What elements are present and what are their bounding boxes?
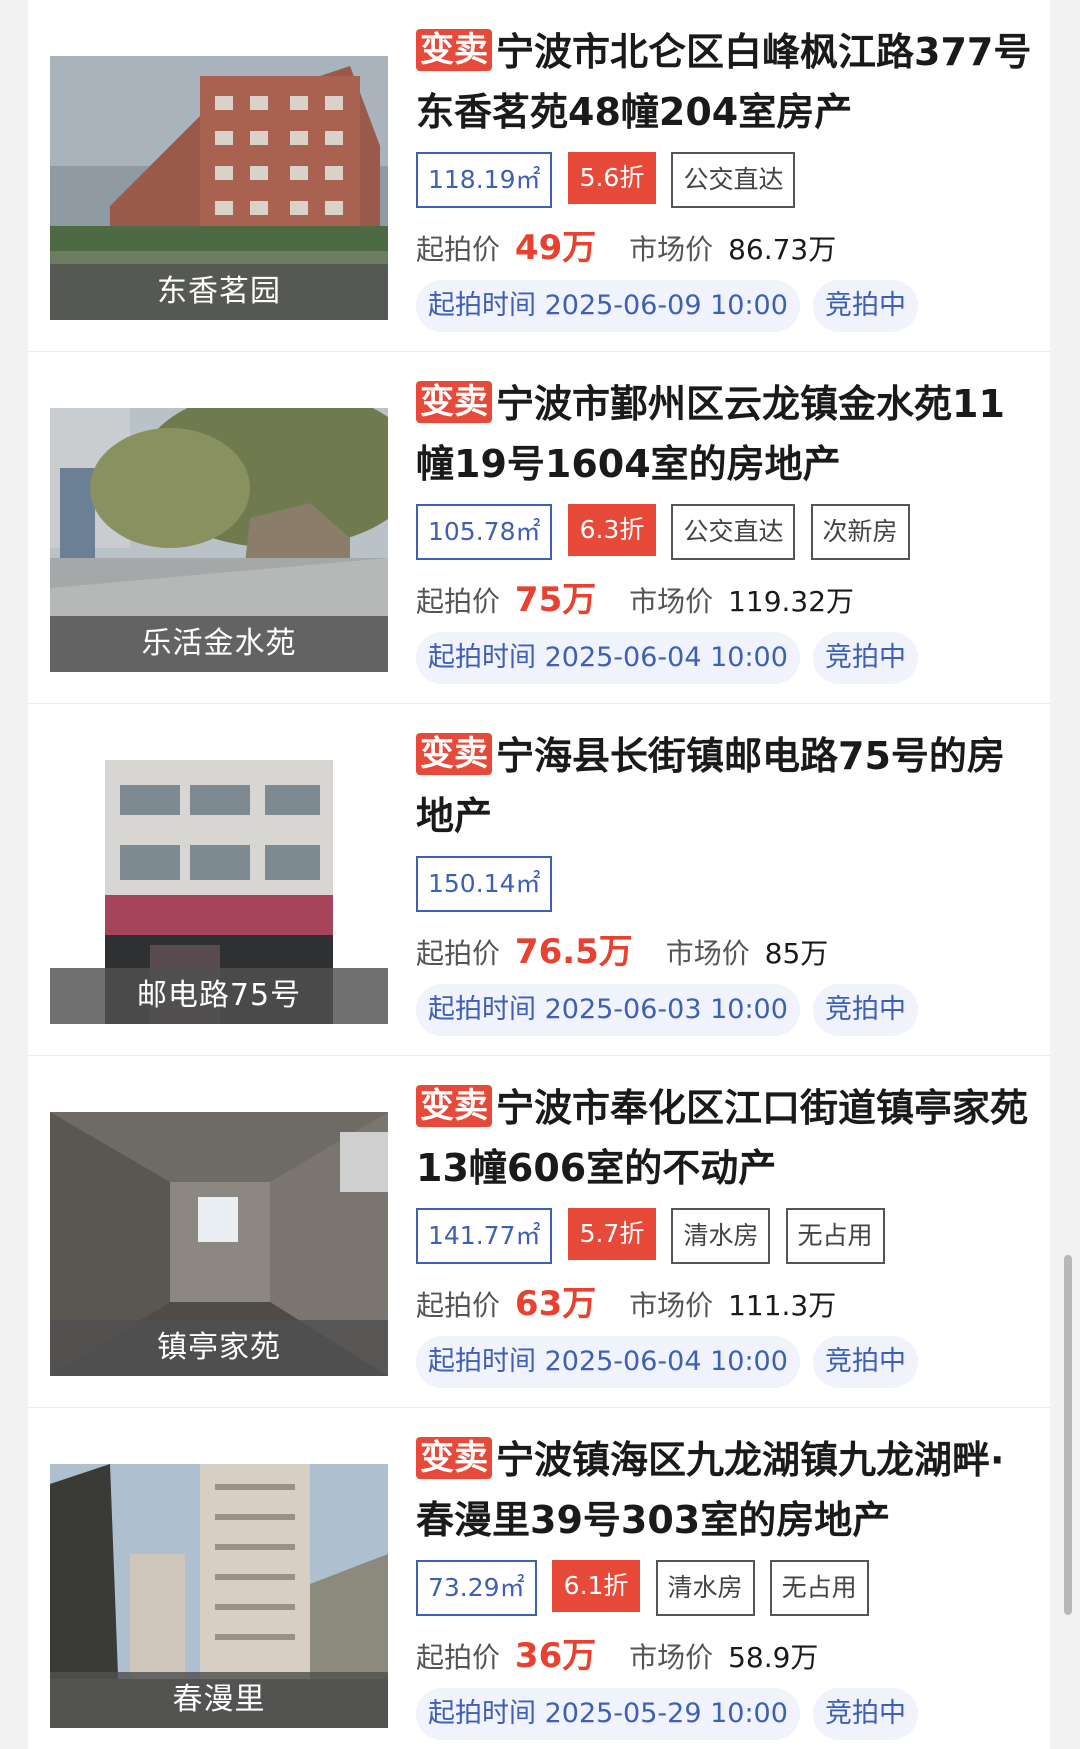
tag-row: 150.14㎡ bbox=[416, 856, 1036, 914]
discount-tag: 6.1折 bbox=[551, 1560, 641, 1612]
feature-tag: 清水房 bbox=[655, 1560, 755, 1616]
price-line: 起拍价 75万 市场价 119.32万 bbox=[416, 576, 1036, 624]
listing-info: 变卖 宁波市北仑区白峰枫江路377号东香茗苑48幢204室房产 118.19㎡ 5… bbox=[416, 22, 1036, 332]
start-price-label: 起拍价 bbox=[416, 585, 501, 618]
market-price-value: 85万 bbox=[764, 937, 829, 970]
tag-row: 118.19㎡ 5.6折 公交直达 bbox=[416, 152, 1036, 210]
status-line: 起拍时间 2025-06-03 10:00 竞拍中 bbox=[416, 984, 1036, 1036]
start-time-value: 2025-05-29 10:00 bbox=[544, 1698, 788, 1729]
photo-caption: 东香茗园 bbox=[50, 264, 388, 320]
area-tag: 118.19㎡ bbox=[416, 152, 553, 208]
start-price-value: 49万 bbox=[514, 228, 597, 268]
market-price-value: 119.32万 bbox=[728, 585, 855, 618]
start-price-value: 75万 bbox=[514, 580, 597, 620]
area-tag: 150.14㎡ bbox=[416, 856, 553, 912]
feature-tag: 无占用 bbox=[769, 1560, 869, 1616]
scrollbar[interactable] bbox=[1064, 1255, 1072, 1615]
photo-caption: 春漫里 bbox=[50, 1672, 388, 1728]
start-price-value: 76.5万 bbox=[514, 932, 633, 972]
listing-photo[interactable]: 邮电路75号 bbox=[50, 760, 388, 1024]
photo-caption: 邮电路75号 bbox=[50, 968, 388, 1024]
listing-info: 变卖 宁波市鄞州区云龙镇金水苑11幢19号1604室的房地产 105.78㎡ 6.… bbox=[416, 374, 1036, 684]
market-price-value: 111.3万 bbox=[728, 1289, 837, 1322]
area-tag: 141.77㎡ bbox=[416, 1208, 553, 1264]
sale-badge: 变卖 bbox=[416, 29, 492, 71]
status-line: 起拍时间 2025-06-09 10:00 竞拍中 bbox=[416, 280, 1036, 332]
start-time-value: 2025-06-04 10:00 bbox=[544, 1346, 788, 1377]
tag-row: 105.78㎡ 6.3折 公交直达 次新房 bbox=[416, 504, 1036, 562]
auction-status-badge: 竞拍中 bbox=[813, 984, 918, 1036]
sale-badge: 变卖 bbox=[416, 733, 492, 775]
sale-badge: 变卖 bbox=[416, 1085, 492, 1127]
market-price-value: 58.9万 bbox=[728, 1641, 819, 1674]
start-time-value: 2025-06-09 10:00 bbox=[544, 290, 788, 321]
start-price-label: 起拍价 bbox=[416, 937, 501, 970]
start-time-pill: 起拍时间 2025-06-04 10:00 bbox=[416, 1336, 800, 1388]
auction-status-badge: 竞拍中 bbox=[813, 632, 918, 684]
price-line: 起拍价 63万 市场价 111.3万 bbox=[416, 1280, 1036, 1328]
listing-title[interactable]: 变卖 宁波市鄞州区云龙镇金水苑11幢19号1604室的房地产 bbox=[416, 374, 1036, 494]
listing-card[interactable]: 春漫里 变卖 宁波镇海区九龙湖镇九龙湖畔·春漫里39号303室的房地产 73.29… bbox=[28, 1408, 1050, 1749]
listing-photo[interactable]: 春漫里 bbox=[50, 1464, 388, 1728]
discount-tag: 5.7折 bbox=[567, 1208, 657, 1260]
start-time-pill: 起拍时间 2025-06-04 10:00 bbox=[416, 632, 800, 684]
listing-info: 变卖 宁波镇海区九龙湖镇九龙湖畔·春漫里39号303室的房地产 73.29㎡ 6.… bbox=[416, 1430, 1036, 1740]
price-line: 起拍价 76.5万 市场价 85万 bbox=[416, 928, 1036, 976]
start-price-label: 起拍价 bbox=[416, 233, 501, 266]
photo-caption: 镇亭家苑 bbox=[50, 1320, 388, 1376]
auction-listing-list: 东香茗园 变卖 宁波市北仑区白峰枫江路377号东香茗苑48幢204室房产 118.… bbox=[28, 0, 1050, 1749]
market-price-label: 市场价 bbox=[629, 233, 714, 266]
listing-photo[interactable]: 乐活金水苑 bbox=[50, 408, 388, 672]
status-line: 起拍时间 2025-06-04 10:00 竞拍中 bbox=[416, 1336, 1036, 1388]
listing-photo[interactable]: 东香茗园 bbox=[50, 56, 388, 320]
start-price-value: 36万 bbox=[514, 1636, 597, 1676]
sale-badge: 变卖 bbox=[416, 381, 492, 423]
auction-status-badge: 竞拍中 bbox=[813, 1336, 918, 1388]
listing-title[interactable]: 变卖 宁波市奉化区江口街道镇亭家苑13幢606室的不动产 bbox=[416, 1078, 1036, 1198]
start-price-label: 起拍价 bbox=[416, 1289, 501, 1322]
start-time-pill: 起拍时间 2025-05-29 10:00 bbox=[416, 1688, 800, 1740]
tag-row: 141.77㎡ 5.7折 清水房 无占用 bbox=[416, 1208, 1036, 1266]
feature-tag: 公交直达 bbox=[671, 152, 796, 208]
listing-title[interactable]: 变卖 宁海县长街镇邮电路75号的房地产 bbox=[416, 726, 1036, 846]
listing-info: 变卖 宁波市奉化区江口街道镇亭家苑13幢606室的不动产 141.77㎡ 5.7折… bbox=[416, 1078, 1036, 1388]
listing-card[interactable]: 东香茗园 变卖 宁波市北仑区白峰枫江路377号东香茗苑48幢204室房产 118.… bbox=[28, 0, 1050, 352]
market-price-label: 市场价 bbox=[629, 585, 714, 618]
market-price-label: 市场价 bbox=[629, 1289, 714, 1322]
listing-title[interactable]: 变卖 宁波市北仑区白峰枫江路377号东香茗苑48幢204室房产 bbox=[416, 22, 1036, 142]
start-price-label: 起拍价 bbox=[416, 1641, 501, 1674]
area-tag: 73.29㎡ bbox=[416, 1560, 537, 1616]
auction-status-badge: 竞拍中 bbox=[813, 280, 918, 332]
feature-tag: 公交直达 bbox=[671, 504, 796, 560]
auction-status-badge: 竞拍中 bbox=[813, 1688, 918, 1740]
start-time-pill: 起拍时间 2025-06-09 10:00 bbox=[416, 280, 800, 332]
status-line: 起拍时间 2025-05-29 10:00 竞拍中 bbox=[416, 1688, 1036, 1740]
discount-tag: 6.3折 bbox=[567, 504, 657, 556]
discount-tag: 5.6折 bbox=[567, 152, 657, 204]
market-price-label: 市场价 bbox=[665, 937, 750, 970]
listing-info: 变卖 宁海县长街镇邮电路75号的房地产 150.14㎡ 起拍价 76.5万 市场价… bbox=[416, 726, 1036, 1036]
start-time-pill: 起拍时间 2025-06-03 10:00 bbox=[416, 984, 800, 1036]
listing-card[interactable]: 邮电路75号 变卖 宁海县长街镇邮电路75号的房地产 150.14㎡ 起拍价 76… bbox=[28, 704, 1050, 1056]
listing-title[interactable]: 变卖 宁波镇海区九龙湖镇九龙湖畔·春漫里39号303室的房地产 bbox=[416, 1430, 1036, 1550]
market-price-label: 市场价 bbox=[629, 1641, 714, 1674]
feature-tag: 清水房 bbox=[671, 1208, 771, 1264]
listing-card[interactable]: 镇亭家苑 变卖 宁波市奉化区江口街道镇亭家苑13幢606室的不动产 141.77㎡… bbox=[28, 1056, 1050, 1408]
start-time-value: 2025-06-04 10:00 bbox=[544, 642, 788, 673]
listing-photo[interactable]: 镇亭家苑 bbox=[50, 1112, 388, 1376]
market-price-value: 86.73万 bbox=[728, 233, 837, 266]
start-time-value: 2025-06-03 10:00 bbox=[544, 994, 788, 1025]
price-line: 起拍价 49万 市场价 86.73万 bbox=[416, 224, 1036, 272]
tag-row: 73.29㎡ 6.1折 清水房 无占用 bbox=[416, 1560, 1036, 1618]
listing-card[interactable]: 乐活金水苑 变卖 宁波市鄞州区云龙镇金水苑11幢19号1604室的房地产 105.… bbox=[28, 352, 1050, 704]
price-line: 起拍价 36万 市场价 58.9万 bbox=[416, 1632, 1036, 1680]
status-line: 起拍时间 2025-06-04 10:00 竞拍中 bbox=[416, 632, 1036, 684]
feature-tag: 无占用 bbox=[785, 1208, 885, 1264]
area-tag: 105.78㎡ bbox=[416, 504, 553, 560]
start-price-value: 63万 bbox=[514, 1284, 597, 1324]
photo-caption: 乐活金水苑 bbox=[50, 616, 388, 672]
feature-tag: 次新房 bbox=[810, 504, 910, 560]
sale-badge: 变卖 bbox=[416, 1437, 492, 1479]
